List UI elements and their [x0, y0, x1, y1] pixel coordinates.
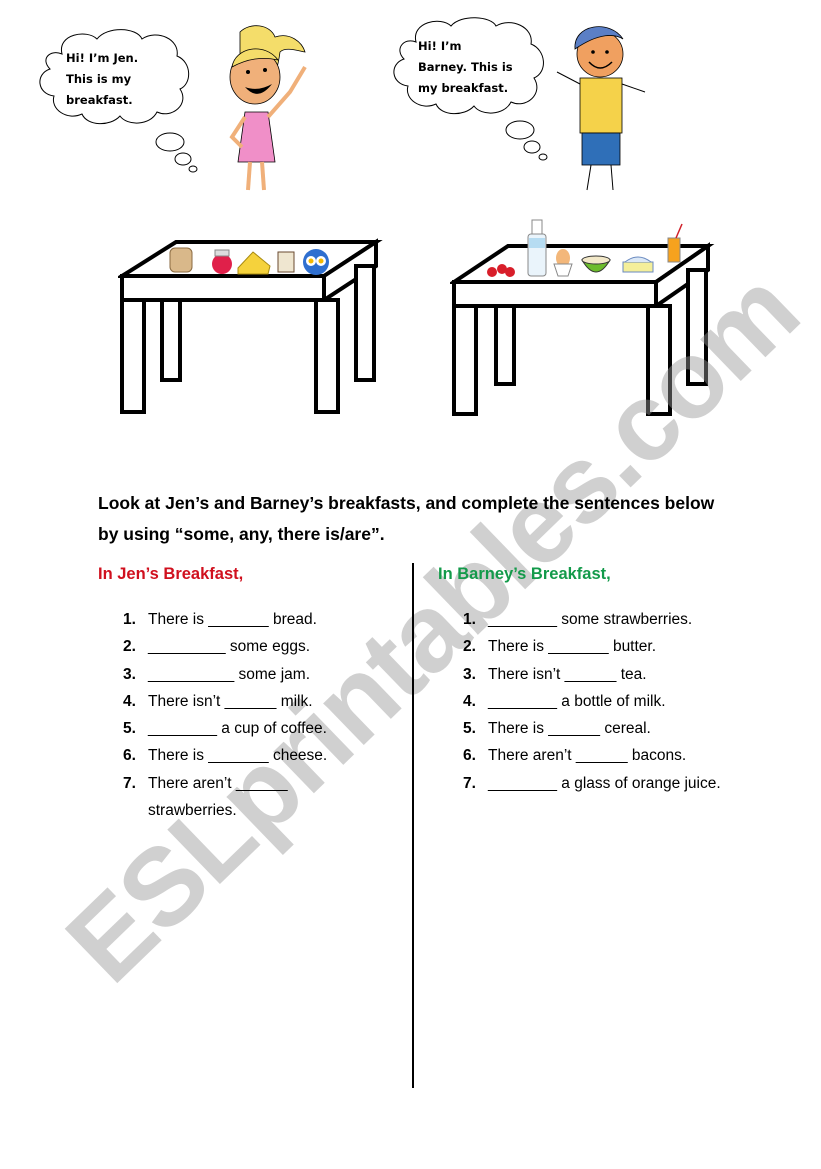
item-number: 4. — [123, 692, 136, 710]
exercise-item: 4. ________ a bottle of milk. — [463, 688, 743, 715]
item-number: 6. — [463, 747, 476, 765]
item-number: 2. — [463, 638, 476, 656]
coffee-mug-icon — [277, 251, 295, 273]
bubble-line: breakfast. — [66, 93, 133, 107]
barney-exercise-list: 1. ________ some strawberries. 2. There is… — [463, 606, 743, 797]
item-number: 5. — [123, 720, 136, 738]
barney-bubble-text: Hi! I’m Barney. This is my breakfast. — [418, 36, 513, 99]
barney-breakfast-table — [450, 219, 715, 416]
exercise-item: 3. __________ some jam. — [123, 661, 393, 688]
item-sentence: ________ a cup of coffee. — [148, 720, 327, 738]
exercise-item: 2. There is _______ butter. — [463, 633, 743, 660]
item-sentence: There is _______ cheese. — [148, 747, 328, 765]
jen-character-illustration — [229, 25, 307, 191]
bubble-line: my breakfast. — [418, 81, 509, 95]
item-number: 2. — [123, 638, 136, 656]
column-divider — [412, 563, 414, 1088]
item-sentence: There isn’t ______ milk. — [148, 692, 313, 710]
bubble-line: Hi! I’m — [418, 39, 462, 53]
bread-icon — [169, 247, 193, 273]
barney-breakfast-heading: In Barney’s Breakfast, — [438, 565, 611, 583]
item-sentence: There is ______ cereal. — [488, 720, 651, 738]
item-sentence: ________ a glass of orange juice. — [488, 774, 721, 792]
item-sentence: _________ some eggs. — [148, 638, 311, 656]
instructions-text: Look at Jen’s and Barney’s breakfasts, a… — [98, 493, 715, 544]
exercise-item: 3. There isn’t ______ tea. — [463, 661, 743, 688]
item-number: 6. — [123, 747, 136, 765]
exercise-item: 6. There is _______ cheese. — [123, 742, 393, 769]
bubble-line: Barney. This is — [418, 60, 513, 74]
exercise-item: 5. There is ______ cereal. — [463, 715, 743, 742]
item-number: 7. — [123, 774, 136, 792]
jen-exercise-list: 1. There is _______ bread. 2. _________ so… — [123, 606, 393, 824]
item-sentence: ________ some strawberries. — [488, 611, 693, 628]
orange-juice-icon — [667, 223, 683, 263]
milk-bottle-icon — [527, 219, 547, 277]
barney-character-illustration — [556, 26, 646, 191]
item-sentence: There is _______ bread. — [148, 611, 317, 628]
jen-breakfast-heading: In Jen’s Breakfast, — [98, 565, 244, 583]
item-number: 7. — [463, 774, 476, 792]
bubble-line: Hi! I’m Jen. — [66, 51, 139, 65]
item-number: 1. — [463, 611, 476, 628]
exercise-item: 4. There isn’t ______ milk. — [123, 688, 393, 715]
item-number: 1. — [123, 611, 136, 628]
exercise-item: 5. ________ a cup of coffee. — [123, 715, 393, 742]
item-number: 3. — [123, 665, 136, 683]
bubble-line: This is my — [66, 72, 132, 86]
exercise-item: 1. ________ some strawberries. — [463, 606, 743, 633]
exercise-item: 6. There aren’t ______ bacons. — [463, 742, 743, 769]
item-sentence: There aren’t ______ bacons. — [488, 747, 687, 765]
jen-breakfast-table — [118, 238, 383, 414]
item-sentence: ________ a bottle of milk. — [488, 692, 666, 710]
exercise-item: 7. There aren’t ______ strawberries. — [123, 770, 338, 825]
fried-eggs-plate-icon — [303, 249, 329, 275]
item-sentence: There aren’t ______ strawberries. — [148, 774, 288, 820]
item-number: 5. — [463, 720, 476, 738]
item-sentence: There isn’t ______ tea. — [488, 665, 647, 683]
item-number: 3. — [463, 665, 476, 683]
exercise-item: 1. There is _______ bread. — [123, 606, 393, 633]
item-sentence: __________ some jam. — [148, 665, 311, 683]
exercise-item: 7. ________ a glass of orange juice. — [463, 770, 733, 797]
jam-jar-icon — [212, 249, 232, 274]
jen-bubble-text: Hi! I’m Jen. This is my breakfast. — [66, 48, 138, 111]
item-sentence: There is _______ butter. — [488, 638, 657, 656]
item-number: 4. — [463, 692, 476, 710]
exercise-item: 2. _________ some eggs. — [123, 633, 393, 660]
